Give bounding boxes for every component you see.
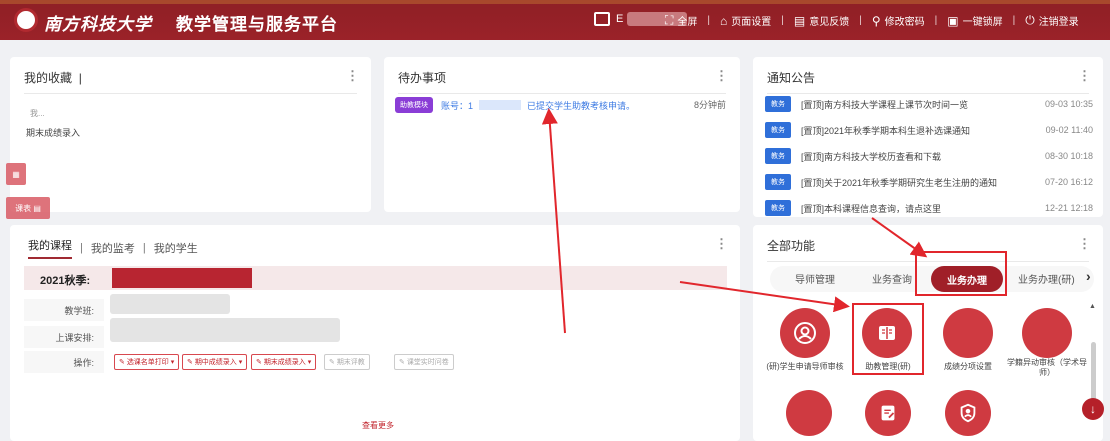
arrow-to-pending	[541, 108, 566, 334]
arrow-to-ta-management	[679, 281, 850, 313]
arrow-to-business-tab	[871, 217, 928, 258]
annotation-arrows	[541, 108, 928, 334]
